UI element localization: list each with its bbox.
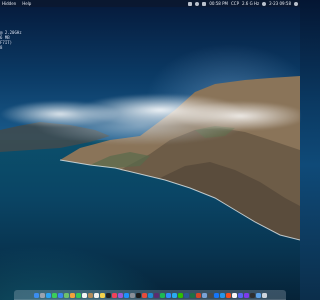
menu-cpu-text[interactable]: 2.6 G Hz [242, 0, 259, 7]
excel-icon[interactable] [189, 292, 195, 298]
launchpad-icon[interactable] [39, 292, 45, 298]
photos-icon[interactable] [69, 292, 75, 298]
reminders-icon[interactable] [93, 292, 99, 298]
app-store-icon[interactable] [123, 292, 129, 298]
discord-icon[interactable] [237, 292, 243, 298]
notion-icon[interactable] [231, 292, 237, 298]
word-icon[interactable] [183, 292, 189, 298]
menu-bar: Hidden Help 00:58 PM CCP 2.6 G Hz 2-23 0… [0, 0, 300, 7]
chrome-icon[interactable] [141, 292, 147, 298]
xcode-icon[interactable] [213, 292, 219, 298]
widget-line: 8 [0, 45, 3, 50]
docker-icon[interactable] [219, 292, 225, 298]
dock [14, 290, 286, 300]
menu-stats-label[interactable]: CCP [231, 0, 239, 7]
notes-icon[interactable] [99, 292, 105, 298]
downloads-folder-icon[interactable] [255, 292, 261, 298]
music-icon[interactable] [111, 292, 117, 298]
system-preferences-icon[interactable] [129, 292, 135, 298]
wallpaper-clouds [0, 86, 300, 150]
vscode-icon[interactable] [147, 292, 153, 298]
maps-icon[interactable] [63, 292, 69, 298]
figma-icon[interactable] [225, 292, 231, 298]
menu-app-name[interactable]: Hidden [2, 0, 16, 7]
slack-icon[interactable] [153, 292, 159, 298]
safari-icon[interactable] [45, 292, 51, 298]
wechat-icon[interactable] [177, 292, 183, 298]
menu-date-time[interactable]: 2-23 09:58 [269, 0, 291, 7]
finder-icon[interactable] [33, 292, 39, 298]
cpu-meter-icon[interactable] [188, 1, 193, 6]
desktop-system-info-widget: @ 2.20GHz 6 MB F7IT) 8 [0, 30, 22, 50]
podcasts-icon[interactable] [117, 292, 123, 298]
menu-help[interactable]: Help [22, 0, 31, 7]
control-center-icon[interactable] [262, 1, 267, 6]
terminal-icon[interactable] [135, 292, 141, 298]
facetime-icon[interactable] [75, 292, 81, 298]
wifi-icon[interactable] [202, 1, 207, 6]
calendar-icon[interactable] [81, 292, 87, 298]
preview-icon[interactable] [201, 292, 207, 298]
contacts-icon[interactable] [87, 292, 93, 298]
telegram-icon[interactable] [171, 292, 177, 298]
messages-icon[interactable] [51, 292, 57, 298]
spotify-icon[interactable] [159, 292, 165, 298]
mail-icon[interactable] [57, 292, 63, 298]
menu-clock-left[interactable]: 00:58 PM [209, 0, 228, 7]
obsidian-icon[interactable] [243, 292, 249, 298]
activity-monitor-icon[interactable] [207, 292, 213, 298]
powerpoint-icon[interactable] [195, 292, 201, 298]
trash-icon[interactable] [261, 292, 267, 298]
network-icon[interactable] [195, 1, 200, 6]
siri-icon[interactable] [294, 1, 298, 6]
zoom-icon[interactable] [165, 292, 171, 298]
iterm-icon[interactable] [249, 292, 255, 298]
desktop-wallpaper [0, 0, 300, 300]
tv-icon[interactable] [105, 292, 111, 298]
